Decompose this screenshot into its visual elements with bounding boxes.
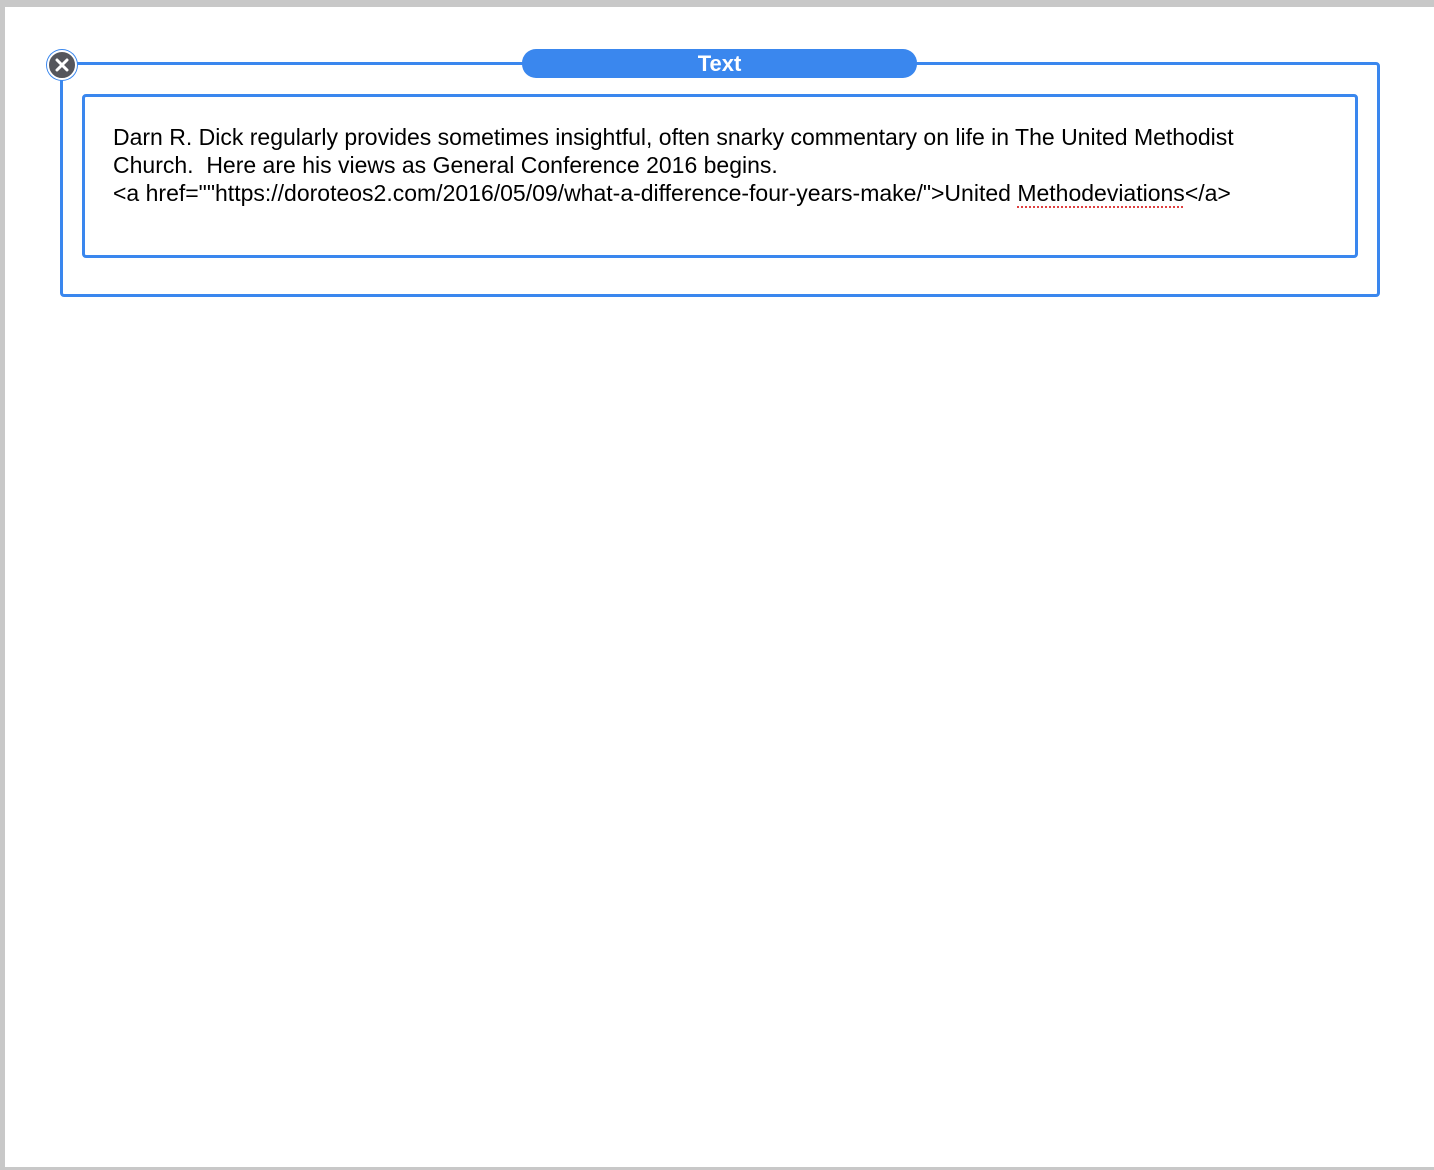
misspelled-word: Methodeviations	[1017, 180, 1185, 206]
text-input-area[interactable]: Darn R. Dick regularly provides sometime…	[82, 94, 1358, 258]
text-line: <a href=""https://doroteos2.com/2016/05/…	[113, 179, 1327, 207]
close-button[interactable]	[47, 50, 77, 80]
close-icon	[55, 58, 69, 72]
widget-title: Text	[522, 49, 917, 78]
text-line: Darn R. Dick regularly provides sometime…	[113, 124, 1234, 150]
text-segment: <a href=""https://doroteos2.com/2016/05/…	[113, 180, 1018, 206]
text-line: Church. Here are his views as General Co…	[113, 152, 778, 178]
text-segment: </a>	[1184, 180, 1231, 206]
